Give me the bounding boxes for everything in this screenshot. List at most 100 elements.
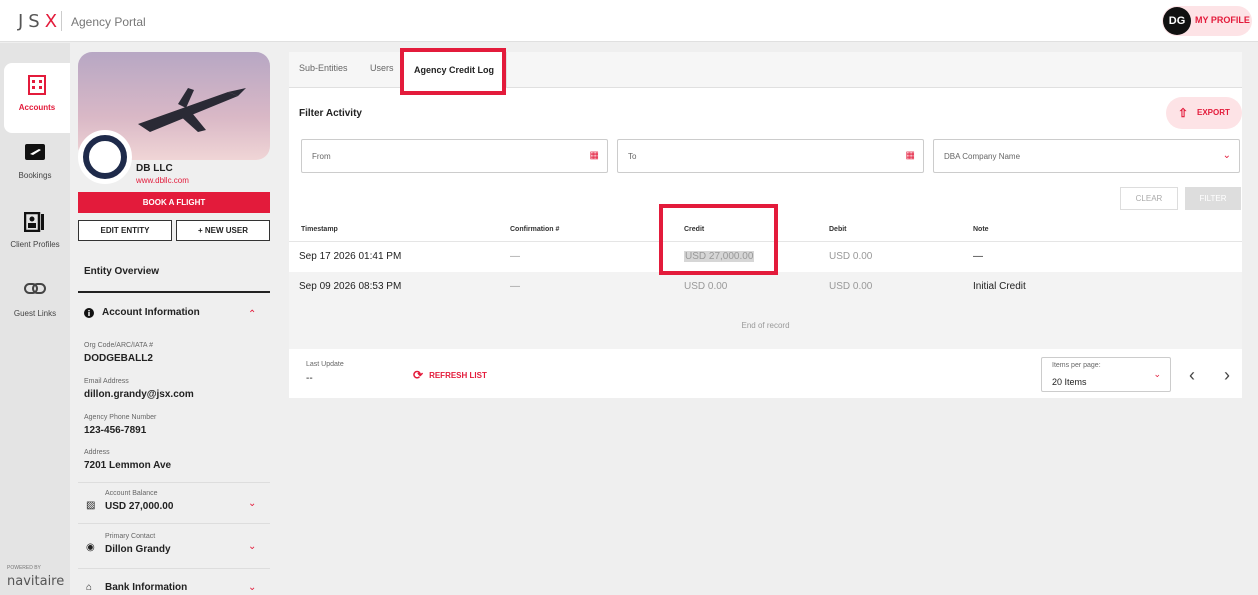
tab-users[interactable]: Users	[370, 63, 394, 73]
refresh-list-button[interactable]: ⟳ REFRESH LIST	[413, 368, 487, 382]
to-date-input[interactable]: To ▦	[617, 139, 924, 173]
row-confirmation: —	[510, 251, 520, 262]
org-code-label: Org Code/ARC/IATA #	[84, 342, 153, 349]
dba-company-placeholder: DBA Company Name	[944, 152, 1021, 161]
items-per-page-value: 20 Items	[1052, 377, 1087, 387]
to-placeholder: To	[628, 152, 637, 161]
row-note: —	[973, 251, 983, 262]
plane-ticket-icon	[24, 143, 46, 166]
column-timestamp[interactable]: Timestamp	[301, 226, 338, 233]
dba-company-select[interactable]: DBA Company Name ⌄	[933, 139, 1240, 173]
entity-overview-title: Entity Overview	[84, 266, 160, 277]
row-timestamp: Sep 09 2026 08:53 PM	[299, 281, 402, 292]
org-code-value: DODGEBALL2	[84, 353, 153, 364]
next-page-icon[interactable]: ›	[1224, 365, 1230, 386]
divider	[78, 523, 270, 524]
calendar-icon[interactable]: ▦	[906, 150, 915, 161]
bank-information-title[interactable]: Bank Information	[105, 582, 187, 593]
column-confirmation[interactable]: Confirmation #	[510, 226, 559, 233]
account-information-header[interactable]: Account Information	[84, 307, 200, 318]
row-debit: USD 0.00	[829, 251, 873, 262]
column-note[interactable]: Note	[973, 226, 989, 233]
export-button[interactable]: ⇧ EXPORT	[1166, 97, 1242, 129]
chevron-down-icon[interactable]: ⌄	[248, 582, 256, 593]
end-of-record-text: End of record	[741, 321, 790, 330]
edit-entity-button[interactable]: EDIT ENTITY	[78, 220, 172, 241]
row-note: Initial Credit	[973, 281, 1026, 292]
nav-guest-links[interactable]: Guest Links	[0, 269, 70, 339]
navitaire-logo: navitaire	[7, 574, 65, 589]
portal-title: Agency Portal	[71, 15, 146, 29]
contact-icon: ◉	[86, 542, 95, 553]
divider	[78, 568, 270, 569]
column-debit[interactable]: Debit	[829, 226, 847, 233]
refresh-icon: ⟳	[413, 368, 424, 382]
entity-name: DB LLC	[136, 163, 173, 174]
nav-accounts-label: Accounts	[18, 103, 56, 112]
items-per-page-select[interactable]: Items per page: 20 Items ⌄	[1041, 357, 1171, 392]
last-update-label: Last Update	[306, 361, 344, 368]
nav-accounts[interactable]: Accounts	[4, 63, 70, 133]
prev-page-icon[interactable]: ‹	[1189, 365, 1195, 386]
email-value: dillon.grandy@jsx.com	[84, 389, 194, 400]
credit-log-card: Sub-Entities Users Agency Credit Log Fil…	[289, 52, 1242, 398]
account-balance-value: USD 27,000.00	[105, 501, 174, 512]
share-icon: ⇧	[1178, 106, 1189, 120]
link-icon	[24, 281, 46, 302]
row-debit: USD 0.00	[829, 281, 873, 292]
wallet-icon: ▨	[86, 500, 96, 511]
chevron-down-icon[interactable]: ⌄	[248, 498, 256, 509]
tab-agency-credit-log[interactable]: Agency Credit Log	[401, 52, 508, 88]
email-label: Email Address	[84, 378, 129, 385]
jsx-logo[interactable]: JSX	[18, 11, 62, 32]
table-row[interactable]: Sep 09 2026 08:53 PM — USD 0.00 USD 0.00…	[289, 272, 1242, 302]
from-date-input[interactable]: From ▦	[301, 139, 608, 173]
account-information-title: Account Information	[102, 307, 200, 318]
my-profile-button[interactable]: DG MY PROFILE	[1162, 6, 1252, 36]
primary-contact-label: Primary Contact	[105, 533, 156, 540]
header-divider	[61, 11, 62, 31]
divider	[78, 482, 270, 483]
bank-icon: ⌂	[86, 582, 93, 593]
export-label: EXPORT	[1197, 108, 1230, 117]
avatar: DG	[1163, 7, 1191, 35]
end-of-record-row: End of record	[289, 302, 1242, 349]
info-icon	[84, 307, 94, 318]
row-confirmation: —	[510, 281, 520, 292]
chevron-up-icon[interactable]: ⌃	[248, 309, 256, 320]
filter-activity-title: Filter Activity	[299, 108, 362, 119]
account-balance-label: Account Balance	[105, 490, 158, 497]
chevron-down-icon[interactable]: ⌄	[248, 541, 256, 552]
phone-value: 123-456-7891	[84, 425, 147, 436]
left-nav-rail: Accounts Bookings Client Profiles Guest …	[0, 43, 70, 595]
refresh-list-label: REFRESH LIST	[429, 370, 487, 380]
nav-guest-links-label: Guest Links	[13, 309, 57, 318]
chevron-down-icon: ⌄	[1222, 150, 1231, 161]
section-rule	[78, 291, 270, 293]
phone-label: Agency Phone Number	[84, 414, 157, 421]
calendar-icon[interactable]: ▦	[590, 150, 599, 161]
row-credit: USD 0.00	[684, 281, 728, 292]
building-icon	[27, 75, 47, 100]
top-header: JSX Agency Portal DG MY PROFILE	[0, 0, 1258, 42]
column-credit[interactable]: Credit	[684, 226, 704, 233]
entity-url-link[interactable]: www.dbllc.com	[136, 176, 189, 185]
new-user-button[interactable]: + NEW USER	[176, 220, 270, 241]
entity-logo	[78, 130, 132, 184]
tab-bar: Sub-Entities Users Agency Credit Log	[289, 52, 1242, 88]
primary-contact-value: Dillon Grandy	[105, 544, 171, 555]
items-per-page-label: Items per page:	[1052, 362, 1101, 369]
filter-button[interactable]: FILTER	[1185, 187, 1241, 210]
id-card-icon	[23, 211, 46, 237]
nav-bookings[interactable]: Bookings	[0, 131, 70, 201]
clear-button[interactable]: CLEAR	[1120, 187, 1178, 210]
row-credit: USD 27,000.00	[684, 251, 755, 262]
powered-by-label: POWERED BY	[7, 565, 41, 571]
nav-client-profiles[interactable]: Client Profiles	[0, 200, 70, 270]
address-value: 7201 Lemmon Ave	[84, 460, 172, 471]
book-a-flight-button[interactable]: BOOK A FLIGHT	[78, 192, 270, 213]
table-row[interactable]: Sep 17 2026 01:41 PM — USD 27,000.00 USD…	[289, 242, 1242, 272]
entity-panel: DB LLC www.dbllc.com BOOK A FLIGHT EDIT …	[78, 52, 270, 595]
address-label: Address	[84, 449, 110, 456]
tab-sub-entities[interactable]: Sub-Entities	[299, 63, 348, 73]
